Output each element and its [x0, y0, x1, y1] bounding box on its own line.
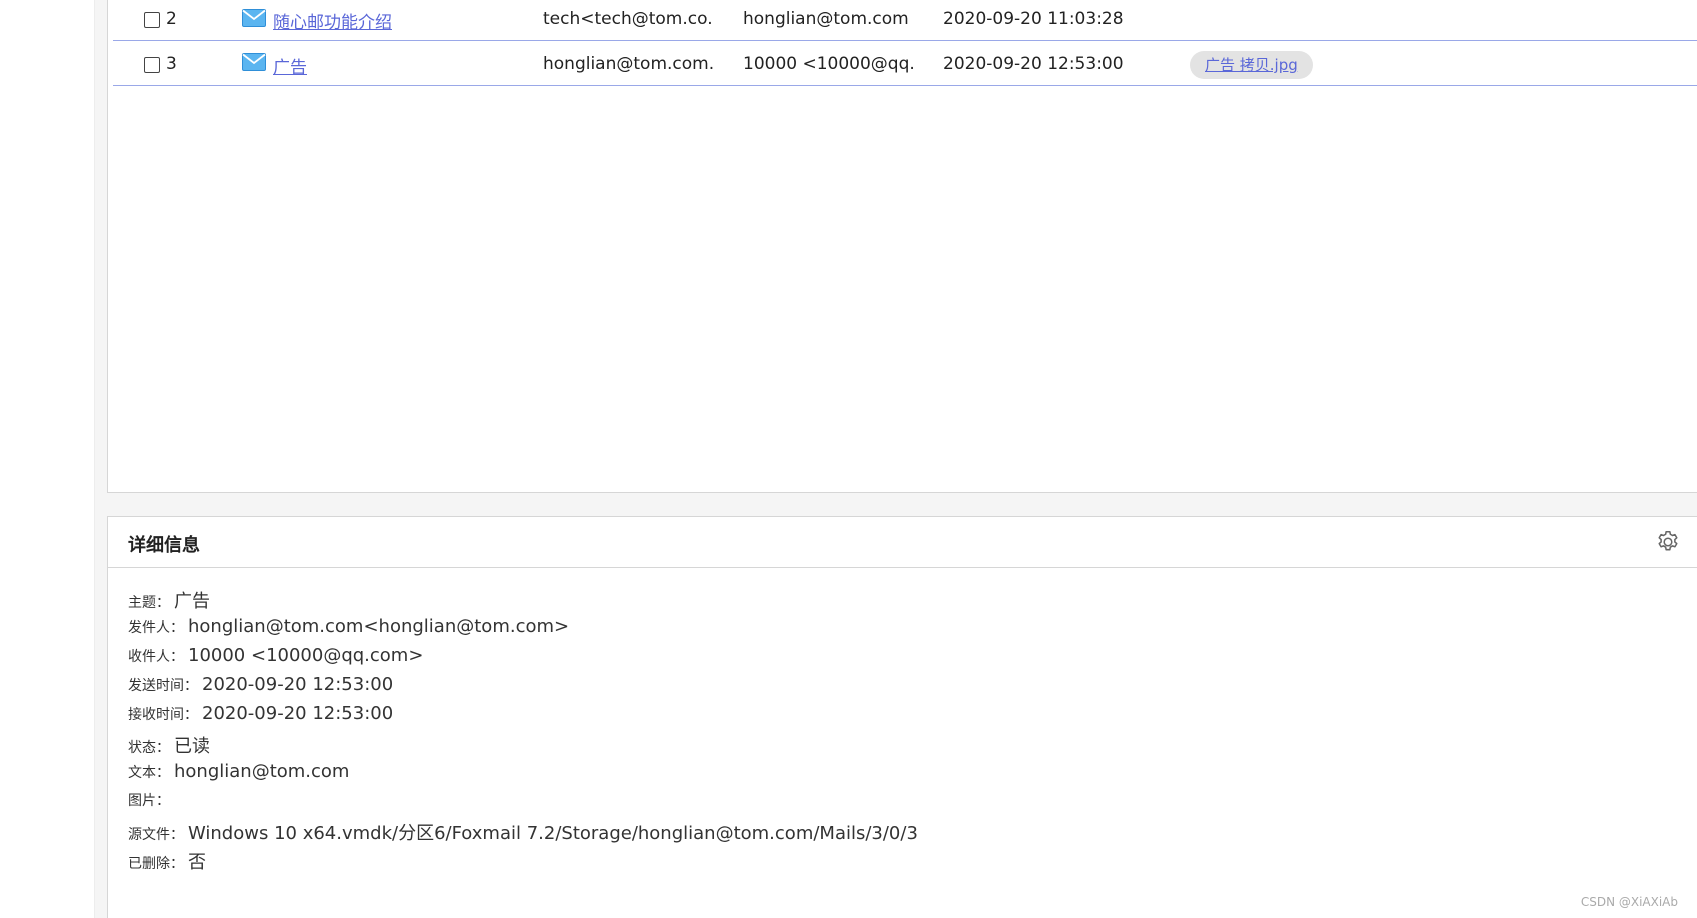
field-label: 已删除： — [128, 856, 184, 872]
attachment-link[interactable]: 广告 拷贝.jpg — [1190, 51, 1313, 79]
field-value: 广告 — [174, 591, 210, 612]
detail-field-receive-time: 接收时间： 2020-09-20 12:53:00 — [128, 703, 393, 733]
field-value: 已读 — [174, 736, 210, 757]
field-label: 图片： — [128, 793, 170, 809]
gear-icon[interactable] — [1655, 529, 1681, 555]
table-row[interactable]: 2 随心邮功能介绍 tech<tech@tom.co... honglian@t… — [113, 0, 1697, 41]
field-label: 状态： — [128, 740, 170, 756]
detail-header: 详细信息 — [108, 517, 1697, 568]
field-value: 10000 <10000@qq.com> — [188, 645, 424, 666]
detail-field-sender: 发件人： honglian@tom.com<honglian@tom.com> — [128, 616, 569, 646]
table-row[interactable]: 3 广告 honglian@tom.com... 10000 <10000@qq… — [113, 41, 1697, 86]
field-label: 发送时间： — [128, 678, 198, 694]
detail-field-image: 图片： — [128, 790, 174, 820]
detail-field-status: 状态： 已读 — [128, 732, 210, 762]
field-label: 收件人： — [128, 649, 184, 665]
mail-time: 2020-09-20 12:53:00 — [943, 54, 1124, 74]
field-label: 文本： — [128, 765, 170, 781]
row-number: 2 — [166, 9, 177, 29]
detail-field-send-time: 发送时间： 2020-09-20 12:53:00 — [128, 674, 393, 704]
app-window: 2 随心邮功能介绍 tech<tech@tom.co... honglian@t… — [0, 0, 1697, 918]
mail-to: honglian@tom.com — [743, 9, 909, 29]
field-value: Windows 10 x64.vmdk/分区6/Foxmail 7.2/Stor… — [188, 823, 918, 844]
envelope-icon — [242, 9, 266, 27]
detail-panel: 详细信息 主题： 广告 发件人： honglian@tom.com<honglian… — [107, 516, 1697, 918]
row-checkbox[interactable] — [144, 12, 160, 28]
detail-field-text: 文本： honglian@tom.com — [128, 761, 349, 791]
detail-field-source-file: 源文件： Windows 10 x64.vmdk/分区6/Foxmail 7.2/… — [128, 819, 918, 849]
field-label: 发件人： — [128, 620, 184, 636]
mail-to: 10000 <10000@qq.... — [743, 54, 913, 74]
mail-from: tech<tech@tom.co... — [543, 9, 713, 29]
field-label: 接收时间： — [128, 707, 198, 723]
watermark: CSDN @XiAXiAb — [1580, 895, 1678, 909]
field-value: 2020-09-20 12:53:00 — [202, 674, 394, 695]
mail-subject-link[interactable]: 随心邮功能介绍 — [273, 8, 392, 33]
field-label: 源文件： — [128, 827, 184, 843]
row-number: 3 — [166, 54, 177, 74]
left-gutter — [0, 0, 95, 918]
detail-field-deleted: 已删除：否 — [128, 848, 206, 878]
field-value: honglian@tom.com<honglian@tom.com> — [188, 616, 570, 637]
field-label: 主题： — [128, 595, 170, 611]
mail-time: 2020-09-20 11:03:28 — [943, 9, 1124, 29]
detail-field-subject: 主题： 广告 — [128, 587, 210, 617]
row-checkbox[interactable] — [144, 57, 160, 73]
detail-field-recipient: 收件人： 10000 <10000@qq.com> — [128, 645, 423, 675]
mail-from: honglian@tom.com... — [543, 54, 713, 74]
mail-list-panel: 2 随心邮功能介绍 tech<tech@tom.co... honglian@t… — [107, 0, 1697, 493]
field-value: honglian@tom.com — [174, 761, 350, 782]
field-value: 否 — [188, 852, 206, 873]
detail-title: 详细信息 — [128, 535, 200, 556]
envelope-icon — [242, 53, 266, 71]
mail-subject-link[interactable]: 广告 — [273, 53, 307, 78]
field-value: 2020-09-20 12:53:00 — [202, 703, 394, 724]
